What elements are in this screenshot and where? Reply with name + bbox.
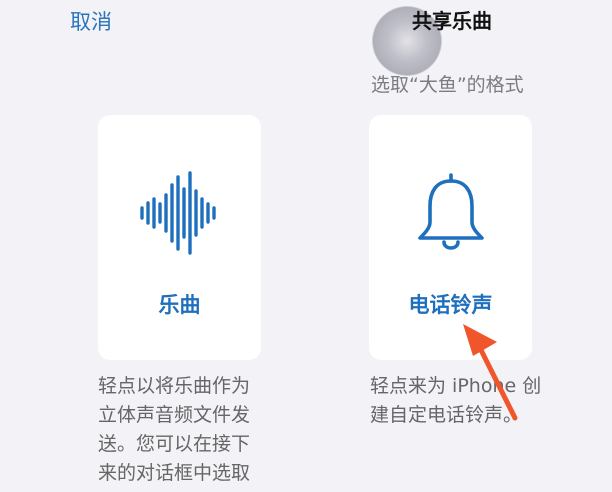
music-option-description: 轻点以将乐曲作为 立体声音频文件发 送。您可以在接下 来的对话框中选取 (98, 372, 268, 488)
waveform-icon (98, 165, 261, 261)
music-option-label: 乐曲 (158, 293, 201, 317)
music-option-card[interactable]: 乐曲 (98, 115, 261, 360)
annotation-arrow (463, 324, 518, 421)
description-line: 立体声音频文件发 (98, 404, 251, 426)
bell-icon (369, 165, 532, 261)
page-title: 共享乐曲 (412, 9, 492, 33)
format-prompt: 选取“大鱼”的格式 (371, 74, 524, 96)
description-line: 来的对话框中选取 (98, 462, 251, 484)
ringtone-option-label: 电话铃声 (408, 293, 493, 317)
description-line: 送。您可以在接下 (98, 433, 251, 455)
description-line: 轻点以将乐曲作为 (98, 375, 251, 397)
cancel-button[interactable]: 取消 (70, 6, 112, 36)
